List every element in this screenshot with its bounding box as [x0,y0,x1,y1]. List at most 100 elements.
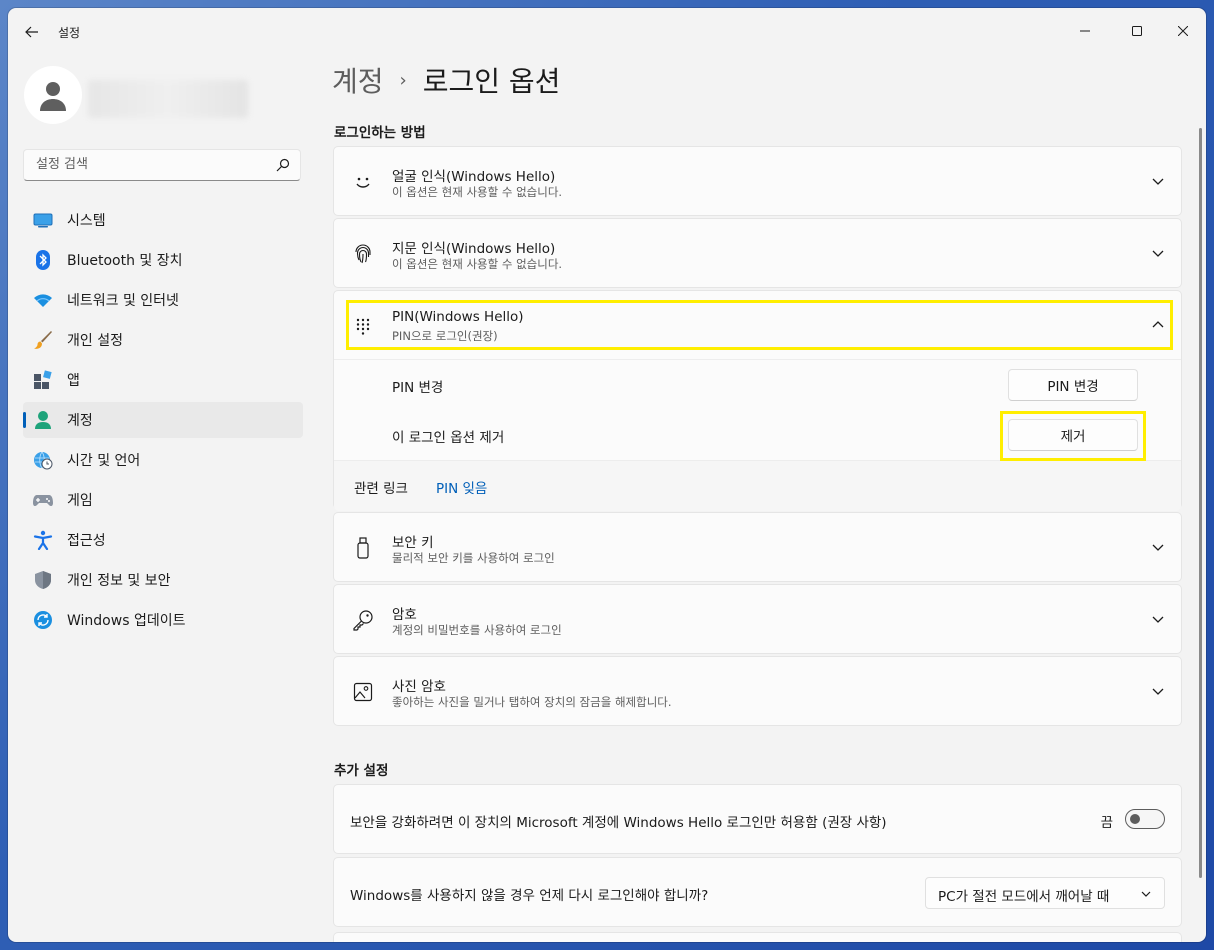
key-icon [352,609,374,631]
face-recognition-title: 얼굴 인식(Windows Hello) [392,169,556,185]
search-input[interactable] [34,156,268,173]
sidebar-item-label: 시스템 [67,213,106,229]
sidebar-item-gaming[interactable]: 게임 [23,482,303,518]
pin-change-row: PIN 변경 PIN 변경 [334,359,1181,410]
sidebar-item-label: 시간 및 언어 [67,453,141,469]
close-button[interactable] [1160,16,1206,46]
pin-keypad-icon [352,315,374,337]
related-links-row: 관련 링크 PIN 잊음 [334,460,1181,511]
pin-change-label: PIN 변경 [392,380,444,396]
sidebar-item-label: Windows 업데이트 [67,613,186,629]
usb-key-icon [352,537,374,559]
pin-remove-button[interactable]: 제거 [1008,419,1138,451]
close-icon [1178,26,1188,36]
chevron-down-icon[interactable] [1151,612,1165,626]
picture-password-title: 사진 암호 [392,679,446,695]
security-key-title: 보안 키 [392,535,434,551]
sidebar-item-apps[interactable]: 앱 [23,362,303,398]
hello-only-setting: 보안을 강화하려면 이 장치의 Microsoft 계정에 Windows He… [333,784,1182,854]
chevron-down-icon [1141,891,1151,897]
dropdown-value: PC가 절전 모드에서 깨어날 때 [938,889,1110,905]
sidebar-item-label: Bluetooth 및 장치 [67,253,183,269]
chevron-down-icon[interactable] [1151,540,1165,554]
sidebar-item-accessibility[interactable]: 접근성 [23,522,303,558]
next-setting-card-partial [333,932,1182,942]
sidebar-item-label: 개인 정보 및 보안 [67,573,171,589]
sidebar-item-label: 앱 [67,373,80,389]
back-button[interactable] [20,20,44,44]
chevron-up-icon[interactable] [1151,318,1165,332]
accessibility-icon [33,530,53,550]
account-icon [33,410,53,430]
fingerprint-title: 지문 인식(Windows Hello) [392,241,556,257]
fingerprint-icon [352,243,374,265]
fingerprint-card[interactable]: 지문 인식(Windows Hello) 이 옵션은 현재 사용할 수 없습니다… [333,218,1182,288]
pin-remove-label: 이 로그인 옵션 제거 [392,430,505,446]
sidebar-item-accounts[interactable]: 계정 [23,402,303,438]
globe-clock-icon [33,450,53,470]
toggle-knob [1130,814,1140,824]
title-bar: 설정 [8,8,1206,56]
security-key-subtitle: 물리적 보안 키를 사용하여 로그인 [392,551,555,565]
pin-title: PIN(Windows Hello) [392,309,524,325]
signin-section-title: 로그인하는 방법 [334,125,426,141]
sidebar-item-network[interactable]: 네트워크 및 인터넷 [23,282,303,318]
sidebar-item-label: 네트워크 및 인터넷 [67,293,179,309]
settings-window: 설정 시스템 Bluetooth 및 장치 네트워크 및 인터넷 [8,8,1206,942]
related-links-label: 관련 링크 [354,481,408,497]
back-arrow-icon [25,26,38,38]
minimize-icon [1080,30,1090,32]
avatar [24,66,82,124]
sidebar-item-label: 게임 [67,493,93,509]
sidebar-item-privacy[interactable]: 개인 정보 및 보안 [23,562,303,598]
sidebar-item-windows-update[interactable]: Windows 업데이트 [23,602,303,638]
person-icon [40,82,66,111]
sidebar-item-bluetooth[interactable]: Bluetooth 및 장치 [23,242,303,278]
search-field[interactable] [23,149,301,181]
require-signin-label: Windows를 사용하지 않을 경우 언제 다시 로그인해야 합니까? [350,888,709,904]
sidebar-item-personalization[interactable]: 개인 설정 [23,322,303,358]
security-key-card[interactable]: 보안 키 물리적 보안 키를 사용하여 로그인 [333,512,1182,582]
pin-change-button[interactable]: PIN 변경 [1008,369,1138,401]
sidebar-item-system[interactable]: 시스템 [23,202,303,238]
pin-card-header[interactable]: PIN(Windows Hello) PIN으로 로그인(권장) [334,291,1181,359]
update-icon [33,610,53,630]
sidebar-item-label: 개인 설정 [67,333,123,349]
minimize-button[interactable] [1062,16,1108,46]
brush-icon [33,330,53,350]
profile-name-redacted [88,80,248,118]
chevron-down-icon[interactable] [1151,174,1165,188]
password-subtitle: 계정의 비밀번호를 사용하여 로그인 [392,623,562,637]
password-card[interactable]: 암호 계정의 비밀번호를 사용하여 로그인 [333,584,1182,654]
sidebar-nav: 시스템 Bluetooth 및 장치 네트워크 및 인터넷 개인 설정 앱 계정… [23,202,303,642]
sidebar-item-label: 접근성 [67,533,106,549]
forgot-pin-link[interactable]: PIN 잊음 [436,477,487,497]
shield-icon [33,570,53,590]
toggle-state-label: 끔 [1100,815,1113,831]
password-title: 암호 [392,607,417,623]
require-signin-dropdown[interactable]: PC가 절전 모드에서 깨어날 때 [925,877,1165,909]
breadcrumb-parent[interactable]: 계정 [332,60,384,100]
picture-password-subtitle: 좋아하는 사진을 밀거나 탭하여 장치의 잠금을 해제합니다. [392,695,672,709]
sidebar-item-time-language[interactable]: 시간 및 언어 [23,442,303,478]
picture-password-card[interactable]: 사진 암호 좋아하는 사진을 밀거나 탭하여 장치의 잠금을 해제합니다. [333,656,1182,726]
maximize-button[interactable] [1114,16,1160,46]
search-icon[interactable] [276,158,290,172]
breadcrumb-separator: › [399,69,407,91]
hello-only-toggle[interactable] [1125,809,1165,829]
additional-section-title: 추가 설정 [334,763,389,779]
display-icon [33,210,53,230]
page-title: 로그인 옵션 [422,65,561,98]
pin-subtitle: PIN으로 로그인(권장) [392,329,498,343]
pin-card: PIN(Windows Hello) PIN으로 로그인(권장) PIN 변경 … [333,290,1182,511]
scrollbar[interactable] [1199,128,1202,878]
sidebar-item-label: 계정 [67,413,93,429]
apps-icon [33,370,53,390]
breadcrumb: 계정 › 로그인 옵션 [332,60,560,100]
require-signin-setting: Windows를 사용하지 않을 경우 언제 다시 로그인해야 합니까? PC가… [333,857,1182,927]
face-recognition-card[interactable]: 얼굴 인식(Windows Hello) 이 옵션은 현재 사용할 수 없습니다… [333,146,1182,216]
chevron-down-icon[interactable] [1151,684,1165,698]
hello-only-label: 보안을 강화하려면 이 장치의 Microsoft 계정에 Windows He… [350,815,887,831]
chevron-down-icon[interactable] [1151,246,1165,260]
smiley-face-icon [352,171,374,193]
